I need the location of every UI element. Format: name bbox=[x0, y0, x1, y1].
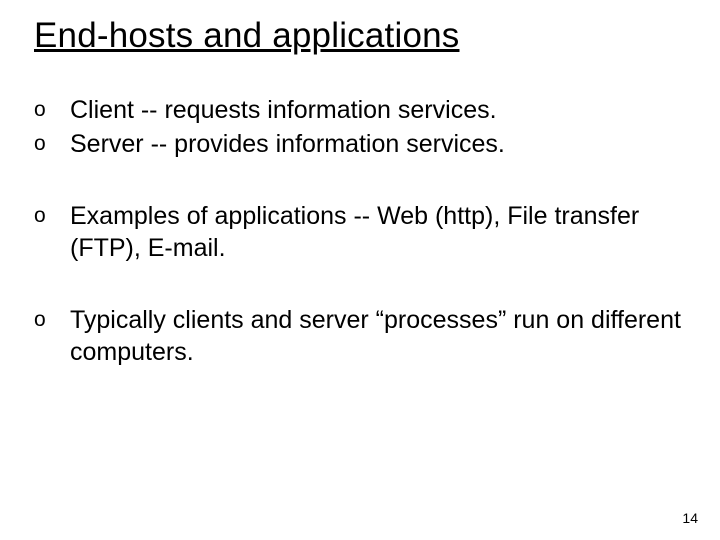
bullet-marker-icon: o bbox=[34, 128, 70, 158]
bullet-marker-icon: o bbox=[34, 304, 70, 334]
list-item: o Server -- provides information service… bbox=[34, 128, 686, 160]
bullet-text: Examples of applications -- Web (http), … bbox=[70, 200, 686, 264]
slide: End-hosts and applications o Client -- r… bbox=[0, 0, 720, 540]
page-number: 14 bbox=[682, 510, 698, 526]
bullet-marker-icon: o bbox=[34, 200, 70, 230]
bullet-list: o Client -- requests information service… bbox=[34, 94, 686, 368]
bullet-text: Client -- requests information services. bbox=[70, 94, 686, 126]
bullet-group: o Typically clients and server “processe… bbox=[34, 304, 686, 368]
bullet-group: o Examples of applications -- Web (http)… bbox=[34, 200, 686, 264]
list-item: o Client -- requests information service… bbox=[34, 94, 686, 126]
list-item: o Examples of applications -- Web (http)… bbox=[34, 200, 686, 264]
bullet-text: Server -- provides information services. bbox=[70, 128, 686, 160]
bullet-group: o Client -- requests information service… bbox=[34, 94, 686, 160]
list-item: o Typically clients and server “processe… bbox=[34, 304, 686, 368]
slide-title: End-hosts and applications bbox=[34, 16, 686, 56]
bullet-marker-icon: o bbox=[34, 94, 70, 124]
bullet-text: Typically clients and server “processes”… bbox=[70, 304, 686, 368]
